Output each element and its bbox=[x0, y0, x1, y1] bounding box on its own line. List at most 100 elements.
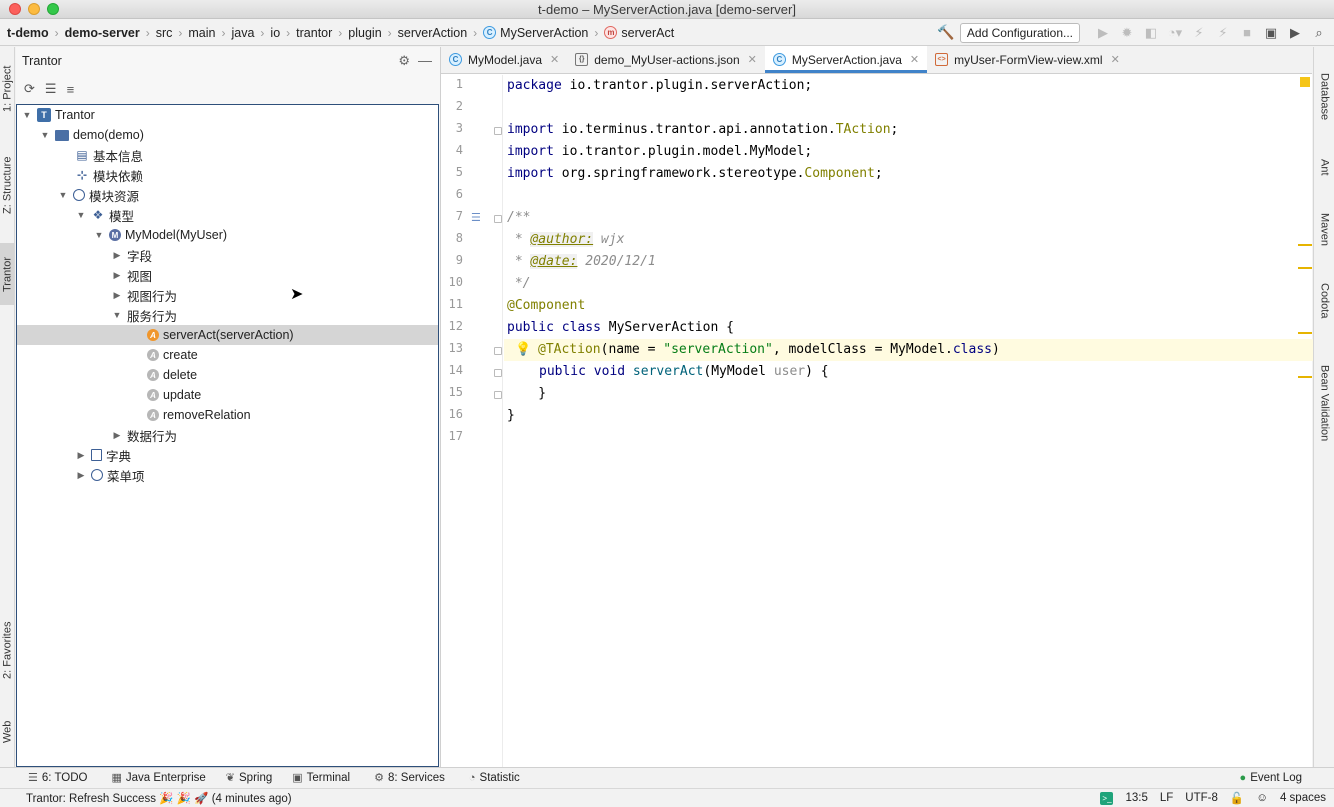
tool-java-enterprise[interactable]: ▦ Java Enterprise bbox=[111, 771, 205, 785]
intention-bulb-icon[interactable]: 💡 bbox=[515, 341, 531, 357]
close-icon[interactable]: ✕ bbox=[1111, 53, 1120, 66]
breadcrumb-item[interactable]: java bbox=[231, 26, 254, 40]
collapse-arrow-icon[interactable]: ▶ bbox=[75, 470, 87, 481]
tree-item-serveract[interactable]: AserverAct(serverAction) bbox=[17, 325, 438, 345]
tree-item-update[interactable]: Aupdate bbox=[17, 385, 438, 405]
fold-marker-icon[interactable] bbox=[494, 369, 502, 377]
project-structure-icon[interactable]: ▣ bbox=[1262, 24, 1280, 42]
expand-arrow-icon[interactable]: ▼ bbox=[93, 230, 105, 240]
warning-marker[interactable] bbox=[1298, 376, 1312, 378]
expand-arrow-icon[interactable]: ▼ bbox=[75, 210, 87, 220]
breadcrumb-item[interactable]: main bbox=[188, 26, 215, 40]
tree-item-models[interactable]: ▼ ❖ 模型 bbox=[17, 205, 438, 225]
lock-icon[interactable]: 🔓 bbox=[1230, 791, 1244, 805]
profile-icon[interactable]: ◔▾ bbox=[1166, 24, 1184, 42]
tab-myserveraction-java[interactable]: C MyServerAction.java ✕ bbox=[764, 46, 928, 73]
expand-arrow-icon[interactable]: ▼ bbox=[57, 190, 69, 200]
indent-setting[interactable]: 4 spaces bbox=[1280, 792, 1326, 804]
status-message[interactable]: Trantor: Refresh Success 🎉 🎉 🚀 (4 minute… bbox=[0, 791, 1100, 805]
breadcrumb-item[interactable]: plugin bbox=[348, 26, 381, 40]
breadcrumb-item[interactable]: trantor bbox=[296, 26, 332, 40]
expand-arrow-icon[interactable]: ▼ bbox=[39, 130, 51, 140]
tab-codota[interactable]: Codota bbox=[1314, 283, 1334, 329]
warning-marker[interactable] bbox=[1298, 244, 1312, 246]
tree-item-views[interactable]: ▶ 视图 bbox=[17, 265, 438, 285]
debug-icon[interactable]: ✹ bbox=[1118, 24, 1136, 42]
tree-item-delete[interactable]: Adelete bbox=[17, 365, 438, 385]
run-anything-icon[interactable]: ▶ bbox=[1286, 24, 1304, 42]
tree-item-menu[interactable]: ▶ 菜单项 bbox=[17, 465, 438, 485]
tree-item-remove-relation[interactable]: AremoveRelation bbox=[17, 405, 438, 425]
hotswap-icon[interactable]: ⚡ bbox=[1190, 24, 1208, 42]
tree-item-view-actions[interactable]: ▶ 视图行为 bbox=[17, 285, 438, 305]
tree-item-basic-info[interactable]: ▤ 基本信息 bbox=[17, 145, 438, 165]
collapse-arrow-icon[interactable]: ▶ bbox=[111, 430, 123, 441]
fold-marker-icon[interactable] bbox=[494, 347, 502, 355]
tree-item-module-deps[interactable]: ⊹ 模块依赖 bbox=[17, 165, 438, 185]
tree-item-create[interactable]: Acreate bbox=[17, 345, 438, 365]
tab-favorites[interactable]: 2: Favorites bbox=[0, 607, 15, 693]
breadcrumb-item[interactable]: t-demo bbox=[7, 26, 49, 40]
tab-project[interactable]: 1: Project bbox=[0, 53, 15, 125]
tab-actions-json[interactable]: {} demo_MyUser-actions.json ✕ bbox=[567, 46, 765, 73]
breadcrumb-item[interactable]: io bbox=[270, 26, 280, 40]
tab-structure[interactable]: Z: Structure bbox=[0, 145, 15, 225]
tool-services[interactable]: ⚙ 8: Services bbox=[374, 771, 445, 785]
collapse-all-icon[interactable]: ≡ bbox=[67, 82, 75, 97]
tab-database[interactable]: Database bbox=[1314, 73, 1334, 153]
expand-arrow-icon[interactable]: ▼ bbox=[111, 310, 123, 320]
attach-debugger-icon[interactable]: ⚡ bbox=[1214, 24, 1232, 42]
hide-panel-icon[interactable]: — bbox=[418, 52, 432, 68]
terminal-status-icon[interactable]: >_ bbox=[1100, 791, 1114, 805]
refresh-icon[interactable]: ⟳ bbox=[24, 81, 35, 97]
tree-item-dictionary[interactable]: ▶ 字典 bbox=[17, 445, 438, 465]
tab-maven[interactable]: Maven bbox=[1314, 213, 1334, 253]
tab-trantor[interactable]: Trantor bbox=[0, 243, 15, 305]
tree-item-data-actions[interactable]: ▶ 数据行为 bbox=[17, 425, 438, 445]
tab-bean-validation[interactable]: Bean Validation bbox=[1314, 365, 1334, 455]
line-ending[interactable]: LF bbox=[1160, 792, 1173, 804]
tree-item-trantor[interactable]: ▼ T Trantor bbox=[17, 105, 438, 125]
warning-marker[interactable] bbox=[1298, 332, 1312, 334]
tool-terminal[interactable]: ▣ Terminal bbox=[292, 771, 350, 785]
tab-formview-xml[interactable]: <> myUser-FormView-view.xml ✕ bbox=[927, 46, 1128, 73]
collapse-arrow-icon[interactable]: ▶ bbox=[111, 250, 123, 261]
file-encoding[interactable]: UTF-8 bbox=[1185, 792, 1218, 804]
inspector-icon[interactable]: ☺ bbox=[1256, 792, 1268, 804]
tool-event-log[interactable]: ● Event Log bbox=[1240, 772, 1302, 784]
tree-item-demo[interactable]: ▼ demo(demo) bbox=[17, 125, 438, 145]
tree-item-fields[interactable]: ▶ 字段 bbox=[17, 245, 438, 265]
breadcrumb-item-method[interactable]: m serverAct bbox=[604, 26, 674, 40]
breadcrumb-item[interactable]: serverAction bbox=[398, 26, 467, 40]
collapse-arrow-icon[interactable]: ▶ bbox=[75, 450, 87, 461]
collapse-arrow-icon[interactable]: ▶ bbox=[111, 290, 123, 301]
close-icon[interactable]: ✕ bbox=[910, 53, 919, 66]
coverage-icon[interactable]: ◧ bbox=[1142, 24, 1160, 42]
tree-item-module-resources[interactable]: ▼ 模块资源 bbox=[17, 185, 438, 205]
build-hammer-icon[interactable]: 🔨 bbox=[937, 24, 954, 41]
close-icon[interactable]: ✕ bbox=[748, 53, 757, 66]
warning-marker[interactable] bbox=[1298, 267, 1312, 269]
code-area[interactable]: 1 2 3 4 5 6 7 8 9 10 11 12 13 14 15 16 1… bbox=[441, 75, 1313, 767]
collapse-arrow-icon[interactable]: ▶ bbox=[111, 270, 123, 281]
tab-mymodel-java[interactable]: C MyModel.java ✕ bbox=[441, 46, 567, 73]
fold-marker-icon[interactable] bbox=[494, 127, 502, 135]
run-icon[interactable]: ▶ bbox=[1094, 24, 1112, 42]
doc-comment-icon[interactable]: ☰ bbox=[471, 211, 481, 224]
tool-todo[interactable]: ☰ 6: TODO bbox=[28, 771, 87, 785]
tool-spring[interactable]: ❦ Spring bbox=[226, 771, 272, 785]
warning-indicator-icon[interactable] bbox=[1300, 77, 1310, 87]
fold-marker-icon[interactable] bbox=[494, 215, 502, 223]
fold-marker-icon[interactable] bbox=[494, 391, 502, 399]
close-icon[interactable]: ✕ bbox=[550, 53, 559, 66]
search-icon[interactable]: ⌕ bbox=[1310, 24, 1328, 42]
breadcrumb-item-class[interactable]: C MyServerAction bbox=[483, 26, 588, 40]
tree-item-mymodel[interactable]: ▼ M MyModel(MyUser) bbox=[17, 225, 438, 245]
tab-ant[interactable]: Ant bbox=[1314, 159, 1334, 183]
expand-arrow-icon[interactable]: ▼ bbox=[21, 110, 33, 120]
tool-statistic[interactable]: ◔ Statistic bbox=[469, 772, 520, 784]
tree-item-service-actions[interactable]: ▼ 服务行为 bbox=[17, 305, 438, 325]
expand-all-icon[interactable]: ☰ bbox=[45, 81, 57, 97]
tab-web[interactable]: Web bbox=[0, 707, 15, 757]
gear-icon[interactable]: ⚙ bbox=[398, 53, 410, 69]
